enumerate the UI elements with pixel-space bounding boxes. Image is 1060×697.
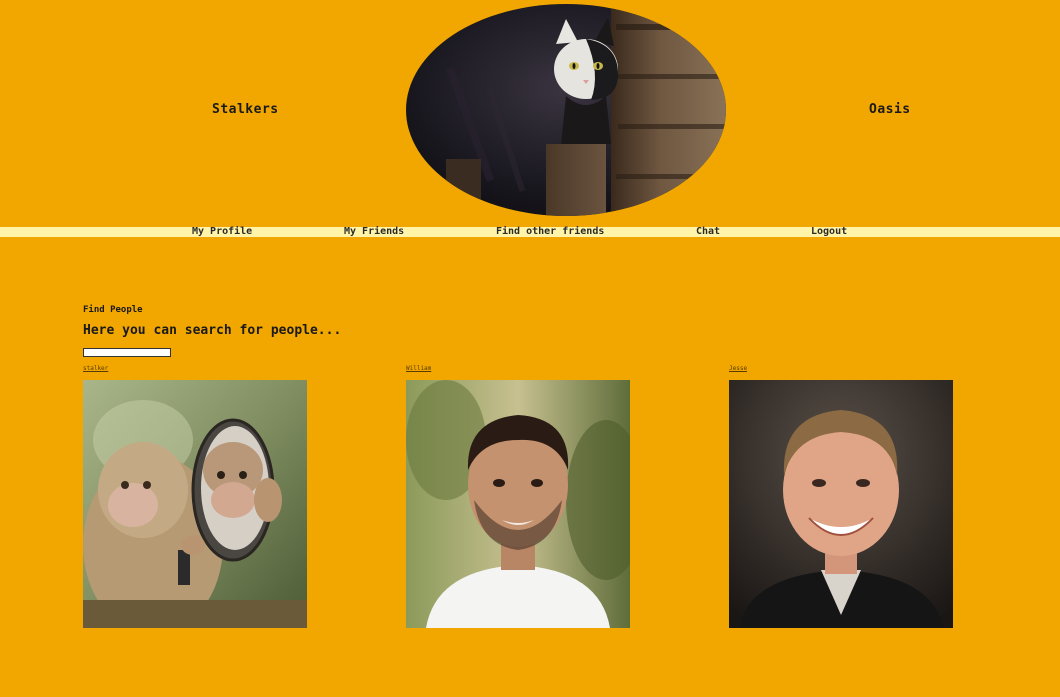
nav-bar: My Profile My Friends Find other friends…	[0, 226, 1060, 238]
nav-logout[interactable]: Logout	[811, 226, 847, 238]
person-name-link[interactable]: Jesse	[729, 366, 955, 374]
site-title-right: Oasis	[869, 102, 911, 117]
person-name-link[interactable]: William	[406, 366, 632, 374]
person-card: Jesse	[729, 366, 955, 628]
search-input[interactable]	[83, 348, 171, 357]
person-name-link[interactable]: stalker	[83, 366, 309, 374]
person-card: William	[406, 366, 632, 628]
banner-cat-image	[406, 4, 726, 216]
man-portrait-photo[interactable]	[406, 380, 630, 628]
nav-chat[interactable]: Chat	[696, 226, 720, 238]
page-subtitle: Here you can search for people...	[83, 323, 342, 338]
site-title-left: Stalkers	[212, 102, 279, 117]
nav-my-profile[interactable]: My Profile	[192, 226, 252, 238]
nav-my-friends[interactable]: My Friends	[344, 226, 404, 238]
person-card: stalker	[83, 366, 309, 628]
section-title: Find People	[83, 305, 143, 315]
nav-find-friends[interactable]: Find other friends	[496, 226, 604, 238]
man-smiling-photo[interactable]	[729, 380, 953, 628]
site-header: Stalkers Oasis	[0, 0, 1060, 226]
monkey-mirror-photo[interactable]	[83, 380, 307, 628]
